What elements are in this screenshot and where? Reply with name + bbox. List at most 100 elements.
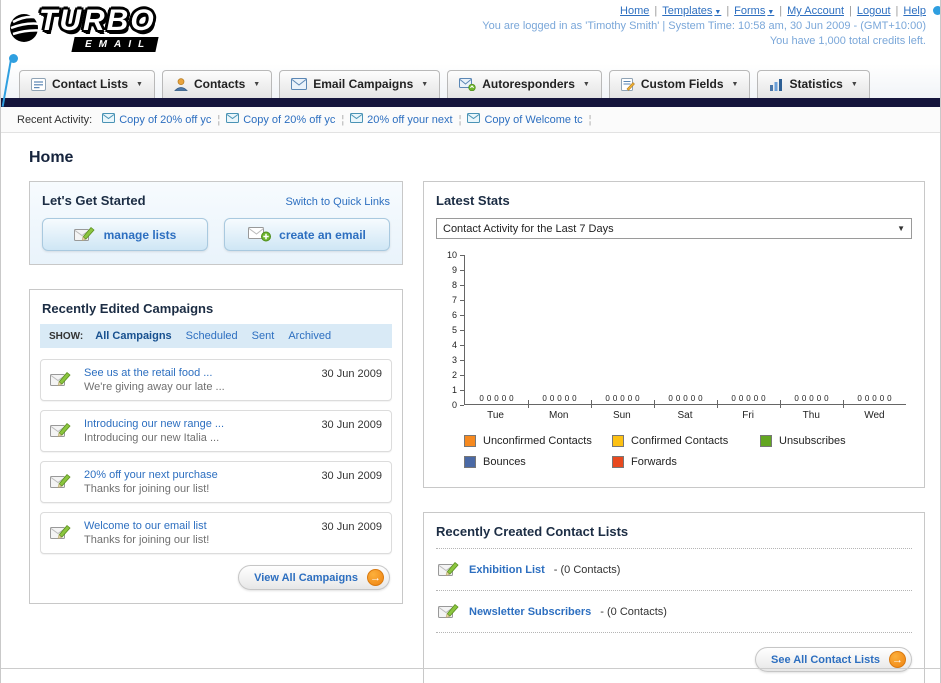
switch-quick-links-link[interactable]: Switch to Quick Links (285, 196, 390, 208)
tab-contact-lists[interactable]: Contact Lists ▼ (19, 70, 155, 98)
view-all-campaigns-label: View All Campaigns (254, 571, 358, 584)
legend-swatch (464, 456, 476, 468)
chart-value: 0 (746, 394, 751, 403)
edit-envelope-icon (73, 224, 96, 245)
manage-lists-button[interactable]: manage lists (42, 218, 208, 251)
see-all-contact-lists-button[interactable]: See All Contact Lists → (754, 647, 912, 672)
view-all-campaigns-button[interactable]: View All Campaigns → (238, 565, 390, 590)
top-link-logout[interactable]: Logout (857, 5, 891, 17)
chart-value: 0 (494, 394, 499, 403)
chart-value: 0 (486, 394, 492, 403)
recent-activity-item[interactable]: 20% off your next (350, 113, 453, 126)
chart-value: 0 (872, 394, 877, 403)
recent-activity-item[interactable]: Copy of Welcome tc (467, 113, 583, 126)
chevron-down-icon: ▼ (253, 80, 261, 88)
get-started-title: Let's Get Started (42, 193, 146, 208)
chart-value-group: 00000 (528, 394, 591, 403)
logo-email-text: EMAIL (71, 37, 159, 52)
chart-value-group: 00000 (843, 394, 906, 403)
top-link-label: My Account (787, 5, 844, 17)
app-logo[interactable]: TURBO EMAIL (9, 4, 159, 52)
campaign-title-link[interactable]: See us at the retail food ... (84, 367, 313, 379)
y-axis-label: 10 (446, 250, 457, 260)
top-link-help[interactable]: Help (903, 5, 926, 17)
recent-activity-separator: ¦ (341, 113, 345, 126)
tab-autoresponders[interactable]: Autoresponders ▼ (447, 70, 602, 98)
legend-item: Forwards (612, 456, 760, 468)
filter-scheduled[interactable]: Scheduled (186, 330, 238, 342)
chart-value: 0 (605, 394, 610, 403)
chart-value: 0 (879, 394, 885, 403)
x-axis-label: Wed (864, 410, 885, 421)
nav-separator: | (895, 5, 899, 17)
chart-value: 0 (620, 394, 625, 403)
create-email-button[interactable]: create an email (224, 218, 390, 251)
top-link-my-account[interactable]: My Account (787, 5, 844, 17)
legend-item: Bounces (464, 456, 612, 468)
campaign-text: Welcome to our email list Thanks for join… (84, 520, 313, 546)
campaign-row: 20% off your next purchase Thanks for joi… (40, 461, 392, 503)
tab-email-campaigns[interactable]: Email Campaigns ▼ (279, 70, 441, 98)
main-nav-bar: Contact Lists ▼ Contacts ▼ Email Campaigns ▼ A… (1, 64, 940, 107)
x-axis-tick (591, 400, 592, 408)
chart-value: 0 (809, 394, 814, 403)
tab-label: Email Campaigns (313, 77, 414, 91)
contact-list-count: - (0 Contacts) (553, 563, 621, 576)
top-link-templates[interactable]: Templates ▼ (662, 5, 721, 17)
chart-value: 0 (572, 394, 577, 403)
y-axis-label: 7 (451, 295, 457, 305)
chart-value: 0 (479, 394, 484, 403)
tab-statistics[interactable]: Statistics ▼ (757, 70, 870, 98)
recent-activity-item[interactable]: Copy of 20% off yc (226, 113, 335, 126)
tab-contacts[interactable]: Contacts ▼ (161, 70, 273, 98)
top-link-forms[interactable]: Forms ▼ (734, 5, 774, 17)
envelope-icon (226, 113, 240, 126)
recent-campaigns-title: Recently Edited Campaigns (42, 301, 214, 316)
campaign-list: See us at the retail food ... We're givin… (30, 348, 402, 554)
contact-list-count: - (0 Contacts) (600, 605, 667, 618)
campaign-text: 20% off your next purchase Thanks for joi… (84, 469, 313, 495)
y-axis-label: 6 (451, 310, 457, 320)
credits-info: You have 1,000 total credits left. (769, 35, 926, 47)
y-axis-label: 1 (451, 385, 457, 395)
contact-list-link[interactable]: Exhibition List (469, 564, 545, 576)
chart-value: 0 (557, 394, 562, 403)
legend-item: Confirmed Contacts (612, 435, 760, 447)
chart-value: 0 (675, 394, 681, 403)
campaign-filter-bar: SHOW: All Campaigns Scheduled Sent Archived (40, 324, 392, 348)
campaign-title-link[interactable]: Introducing our new range ... (84, 418, 313, 430)
filter-all-campaigns[interactable]: All Campaigns (95, 330, 171, 342)
contact-list-link[interactable]: Newsletter Subscribers (469, 606, 591, 618)
chart-value: 0 (564, 394, 570, 403)
stats-period-select[interactable]: Contact Activity for the Last 7 Days ▼ (436, 218, 912, 239)
campaign-date: 30 Jun 2009 (321, 521, 382, 533)
chart-value: 0 (887, 394, 892, 403)
get-started-header: Let's Get Started Switch to Quick Links (30, 182, 402, 216)
chevron-down-icon: ▼ (714, 9, 722, 16)
get-started-panel: Let's Get Started Switch to Quick Links … (29, 181, 403, 265)
legend-swatch (760, 435, 772, 447)
campaign-title-link[interactable]: 20% off your next purchase (84, 469, 313, 481)
chart-value: 0 (509, 394, 514, 403)
recent-activity-item-label: Copy of 20% off yc (119, 113, 212, 126)
recent-activity-items: Copy of 20% off yc ¦ Copy of 20% off yc ¦ 20… (102, 113, 592, 126)
campaign-title-link[interactable]: Welcome to our email list (84, 520, 313, 532)
filter-sent[interactable]: Sent (252, 330, 275, 342)
login-info: You are logged in as 'Timothy Smith' | S… (482, 20, 926, 32)
recent-activity-separator: ¦ (458, 113, 462, 126)
recent-activity-item-label: Copy of 20% off yc (243, 113, 336, 126)
recent-activity-item[interactable]: Copy of 20% off yc (102, 113, 211, 126)
latest-stats-panel: Latest Stats Contact Activity for the La… (423, 181, 925, 488)
filter-archived[interactable]: Archived (288, 330, 331, 342)
top-link-home[interactable]: Home (620, 5, 649, 17)
chart-value: 0 (794, 394, 799, 403)
tab-label: Contact Lists (52, 77, 129, 91)
campaign-date: 30 Jun 2009 (321, 368, 382, 380)
tab-label: Custom Fields (640, 77, 724, 91)
y-axis-label: 8 (451, 280, 457, 290)
tab-custom-fields[interactable]: Custom Fields ▼ (608, 70, 751, 98)
campaign-subtitle: Introducing our new Italia ... (84, 432, 220, 444)
top-link-label: Logout (856, 5, 891, 17)
recent-activity-title: Recent Activity: (17, 113, 93, 126)
chart-value-group: 00000 (717, 394, 780, 403)
